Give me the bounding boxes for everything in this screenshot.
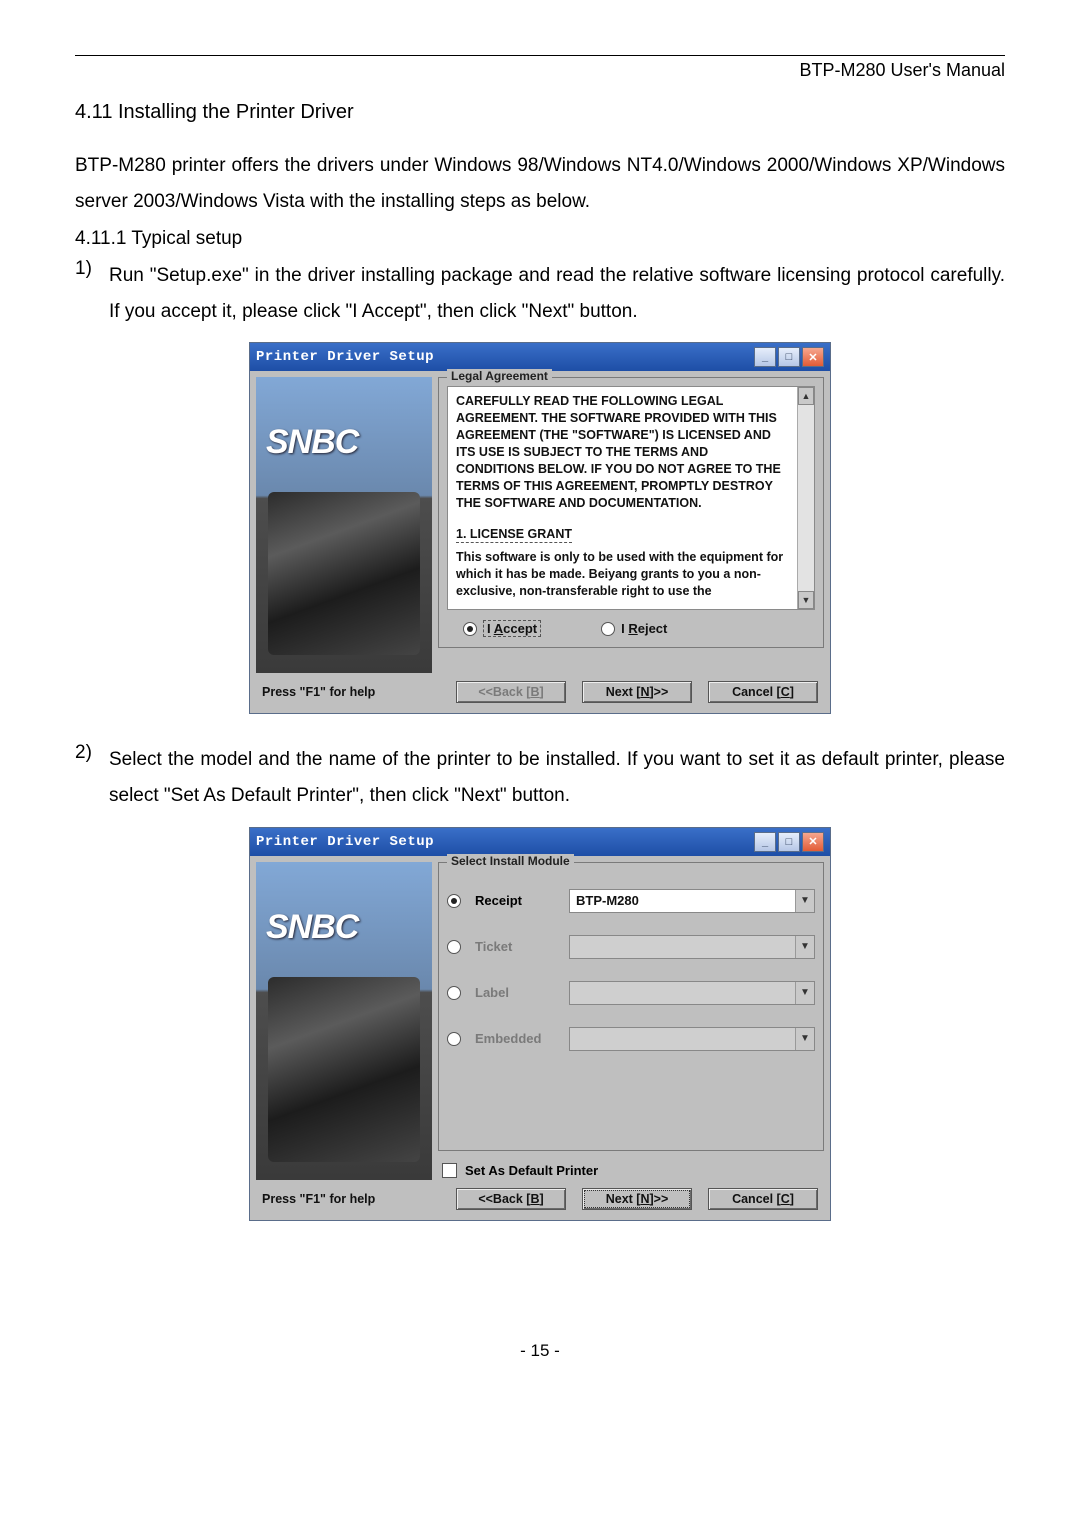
step-2-number: 2): [75, 742, 109, 814]
close-button[interactable]: ✕: [802, 832, 824, 852]
chevron-down-icon[interactable]: ▼: [795, 890, 814, 912]
radio-accept-label: I Accept: [483, 620, 541, 637]
step-1-number: 1): [75, 258, 109, 330]
module-embedded-row: Embedded ▼: [447, 1027, 815, 1051]
radio-icon[interactable]: [447, 940, 461, 954]
close-button[interactable]: ✕: [802, 347, 824, 367]
combo-value: BTP-M280: [576, 893, 639, 908]
back-button[interactable]: <<Back [B]: [456, 1188, 566, 1210]
dialog-select-module: Printer Driver Setup _ □ ✕ SNBC: [249, 827, 831, 1221]
back-button[interactable]: <<Back [B]: [456, 681, 566, 703]
ticket-combo: ▼: [569, 935, 815, 959]
window-title: Printer Driver Setup: [256, 349, 434, 365]
maximize-button[interactable]: □: [778, 347, 800, 367]
groupbox-title: Select Install Module: [447, 854, 574, 868]
scroll-down-icon[interactable]: ▼: [798, 591, 814, 609]
scrollbar[interactable]: ▲ ▼: [797, 387, 814, 609]
sidebar-image: SNBC: [256, 377, 432, 673]
titlebar[interactable]: Printer Driver Setup _ □ ✕: [250, 828, 830, 856]
step-2: 2) Select the model and the name of the …: [75, 742, 1005, 814]
next-button[interactable]: Next [N]>>: [582, 1188, 692, 1210]
license-textarea[interactable]: CAREFULLY READ THE FOLLOWING LEGAL AGREE…: [447, 386, 815, 610]
radio-receipt-label[interactable]: Receipt: [475, 893, 555, 908]
intro-paragraph: BTP-M280 printer offers the drivers unde…: [75, 148, 1005, 220]
header-title: BTP-M280 User's Manual: [75, 60, 1005, 81]
embedded-combo: ▼: [569, 1027, 815, 1051]
receipt-combo[interactable]: BTP-M280 ▼: [569, 889, 815, 913]
step-1-text: Run "Setup.exe" in the driver installing…: [109, 258, 1005, 330]
section-heading: 4.11 Installing the Printer Driver: [75, 101, 1005, 124]
dialog-legal-agreement: Printer Driver Setup _ □ ✕ SNBC: [249, 342, 831, 714]
radio-i-accept[interactable]: I Accept: [463, 620, 541, 637]
step-2-text: Select the model and the name of the pri…: [109, 742, 1005, 814]
cancel-button[interactable]: Cancel [C]: [708, 1188, 818, 1210]
window-title: Printer Driver Setup: [256, 834, 434, 850]
radio-label-label[interactable]: Label: [475, 985, 555, 1000]
chevron-down-icon: ▼: [795, 1028, 814, 1050]
sidebar-logo: SNBC: [266, 423, 358, 462]
radio-icon[interactable]: [447, 986, 461, 1000]
module-receipt-row: Receipt BTP-M280 ▼: [447, 889, 815, 913]
label-combo: ▼: [569, 981, 815, 1005]
sidebar-logo: SNBC: [266, 908, 358, 947]
cancel-button[interactable]: Cancel [C]: [708, 681, 818, 703]
titlebar[interactable]: Printer Driver Setup _ □ ✕: [250, 343, 830, 371]
module-ticket-row: Ticket ▼: [447, 935, 815, 959]
maximize-button[interactable]: □: [778, 832, 800, 852]
printer-illustration: [268, 977, 420, 1162]
set-default-printer-checkbox[interactable]: Set As Default Printer: [442, 1163, 824, 1178]
radio-icon: [463, 622, 477, 636]
radio-icon[interactable]: [447, 894, 461, 908]
checkbox-label: Set As Default Printer: [465, 1163, 598, 1178]
radio-i-reject[interactable]: I Reject: [601, 620, 667, 637]
module-label-row: Label ▼: [447, 981, 815, 1005]
groupbox-title: Legal Agreement: [447, 369, 552, 383]
radio-reject-label: I Reject: [621, 621, 667, 636]
minimize-button[interactable]: _: [754, 347, 776, 367]
help-hint: Press "F1" for help: [262, 685, 375, 699]
checkbox-icon: [442, 1163, 457, 1178]
chevron-down-icon: ▼: [795, 936, 814, 958]
license-paragraph-2: This software is only to be used with th…: [456, 549, 790, 600]
legal-agreement-group: Legal Agreement CAREFULLY READ THE FOLLO…: [438, 377, 824, 648]
radio-icon: [601, 622, 615, 636]
license-section-title: 1. LICENSE GRANT: [456, 526, 572, 544]
header-rule: [75, 55, 1005, 56]
printer-illustration: [268, 492, 420, 655]
install-module-group: Select Install Module Receipt BTP-M280 ▼: [438, 862, 824, 1151]
step-1: 1) Run "Setup.exe" in the driver install…: [75, 258, 1005, 330]
help-hint: Press "F1" for help: [262, 1192, 375, 1206]
scroll-up-icon[interactable]: ▲: [798, 387, 814, 405]
radio-icon[interactable]: [447, 1032, 461, 1046]
license-paragraph-1: CAREFULLY READ THE FOLLOWING LEGAL AGREE…: [456, 393, 790, 511]
minimize-button[interactable]: _: [754, 832, 776, 852]
radio-embedded-label[interactable]: Embedded: [475, 1031, 555, 1046]
page-number: - 15 -: [75, 1341, 1005, 1361]
sidebar-image: SNBC: [256, 862, 432, 1180]
radio-ticket-label[interactable]: Ticket: [475, 939, 555, 954]
next-button[interactable]: Next [N]>>: [582, 681, 692, 703]
chevron-down-icon: ▼: [795, 982, 814, 1004]
subsection-heading: 4.11.1 Typical setup: [75, 228, 1005, 250]
